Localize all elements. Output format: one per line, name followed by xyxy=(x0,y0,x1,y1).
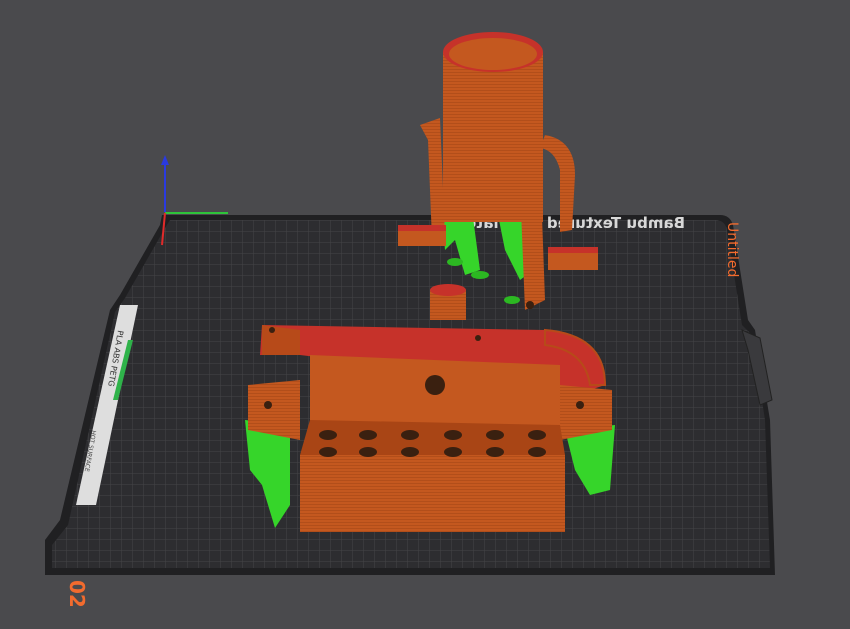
screw-hole xyxy=(576,401,584,409)
tray-center-hole xyxy=(425,375,445,395)
support-foot xyxy=(447,258,463,266)
tray-flange-edge xyxy=(262,325,300,355)
peg-top xyxy=(430,284,466,296)
support-foot xyxy=(504,296,520,304)
scene: PLA ABS PETG HOT SURFACE Bambu Textured … xyxy=(45,32,775,608)
screw-hole xyxy=(475,335,481,341)
screw-hole xyxy=(269,327,275,333)
3d-viewport[interactable]: PLA ABS PETG HOT SURFACE Bambu Textured … xyxy=(0,0,850,625)
plate-number-label[interactable]: 02 xyxy=(65,580,89,608)
tray-floor xyxy=(300,420,565,455)
tower-left-foot-top xyxy=(398,225,446,231)
support-foot xyxy=(471,271,489,279)
model-small-peg[interactable] xyxy=(430,284,466,320)
plate-name-label[interactable]: Untitled xyxy=(724,222,740,277)
axis-z-arrow-icon xyxy=(161,155,169,165)
tower-right-foot-top xyxy=(548,247,598,253)
tower-spout-hole xyxy=(526,301,534,309)
screw-hole xyxy=(264,401,272,409)
tray-left-plate xyxy=(248,380,300,440)
tray-front-wall xyxy=(300,455,565,532)
tower-cylinder-opening xyxy=(449,38,537,70)
